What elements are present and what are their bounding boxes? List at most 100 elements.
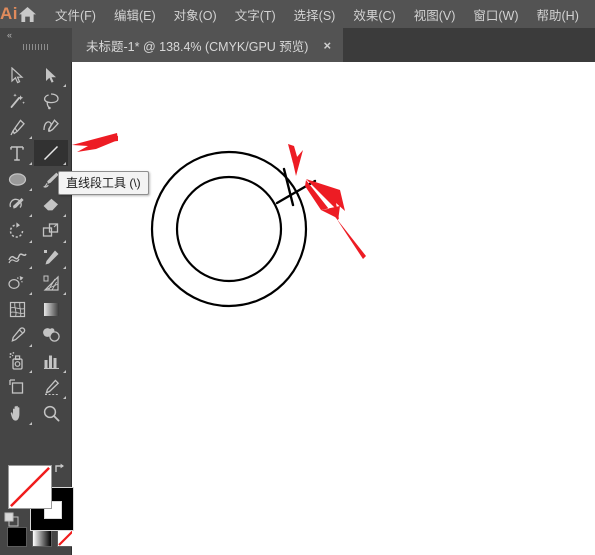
tool-group-indicator-icon	[63, 240, 66, 243]
tool-magic-wand-tool[interactable]	[0, 88, 34, 114]
fill-color-swatch[interactable]	[8, 465, 52, 509]
column-graph-icon	[43, 353, 60, 369]
swap-fill-stroke-icon[interactable]	[54, 462, 67, 477]
line-segment-icon	[42, 144, 60, 162]
ellipse-icon	[8, 172, 27, 187]
tool-line-segment-tool[interactable]	[34, 140, 68, 166]
tool-group-indicator-icon	[29, 162, 32, 165]
line-segment-1	[282, 167, 295, 207]
tool-column-graph-tool[interactable]	[34, 348, 68, 374]
tool-shaper-tool[interactable]	[0, 192, 34, 218]
shape-builder-icon	[8, 275, 26, 292]
tool-scale-tool[interactable]	[34, 218, 68, 244]
menu-help[interactable]: 帮助(H)	[528, 0, 588, 29]
tool-rotate-tool[interactable]	[0, 218, 34, 244]
tool-slice-tool[interactable]	[34, 374, 68, 400]
tools-panel	[0, 62, 77, 555]
tool-group-indicator-icon	[29, 292, 32, 295]
slice-icon	[43, 378, 60, 396]
direct-selection-icon	[43, 67, 60, 84]
outer-circle	[150, 150, 308, 308]
tool-group-indicator-icon	[63, 162, 66, 165]
tool-ellipse-tool[interactable]	[0, 166, 34, 192]
artwork	[150, 150, 317, 308]
symbol-sprayer-icon	[8, 352, 26, 370]
menu-bar: Ai 文件(F) 编辑(E) 对象(O) 文字(T) 选择(S) 效果(C) 视图(V) 窗口…	[0, 0, 595, 28]
rotate-icon	[8, 222, 26, 240]
tool-group-indicator-icon	[29, 136, 32, 139]
menu-items: 文件(F) 编辑(E) 对象(O) 文字(T) 选择(S) 效果(C) 视图(V) 窗口(W)…	[46, 0, 588, 28]
lasso-icon	[42, 92, 60, 110]
tool-tooltip: 直线段工具 (\)	[58, 171, 149, 195]
tool-blend-tool[interactable]	[34, 322, 68, 348]
default-fill-stroke-icon[interactable]	[4, 512, 19, 532]
menu-object[interactable]: 对象(O)	[165, 0, 226, 29]
pen-icon	[9, 118, 26, 136]
gradient-icon	[43, 302, 60, 317]
eyedropper-icon	[9, 326, 26, 344]
document-tab-title: 未标题-1* @ 138.4% (CMYK/GPU 预览)	[86, 39, 309, 54]
tool-group-indicator-icon	[29, 214, 32, 217]
tool-mesh-tool[interactable]	[0, 296, 34, 322]
color-controls	[0, 404, 77, 554]
document-tab[interactable]: 未标题-1* @ 138.4% (CMYK/GPU 预览) ×	[72, 28, 345, 62]
close-icon[interactable]: ×	[323, 39, 331, 52]
tool-selection-tool[interactable]	[0, 62, 34, 88]
blend-icon	[42, 327, 61, 343]
tool-group-indicator-icon	[29, 370, 32, 373]
tool-group-indicator-icon	[63, 396, 66, 399]
tab-bar: « 未标题-1* @ 138.4% (CMYK/GPU 预览) ×	[0, 28, 595, 62]
eraser-icon	[42, 197, 60, 213]
menu-window[interactable]: 窗口(W)	[464, 0, 527, 29]
menu-file[interactable]: 文件(F)	[46, 0, 105, 29]
tool-eraser-tool[interactable]	[34, 192, 68, 218]
shaper-icon	[8, 196, 26, 214]
tool-group-indicator-icon	[29, 240, 32, 243]
tool-group-indicator-icon	[63, 84, 66, 87]
tool-symbol-sprayer-tool[interactable]	[0, 348, 34, 374]
menu-view[interactable]: 视图(V)	[405, 0, 465, 29]
tool-grid	[0, 62, 72, 426]
tool-free-transform-tool[interactable]	[34, 244, 68, 270]
tool-type-tool[interactable]	[0, 140, 34, 166]
tool-group-indicator-icon	[63, 266, 66, 269]
illustrator-window: Ai 文件(F) 编辑(E) 对象(O) 文字(T) 选择(S) 效果(C) 视图(V) 窗口…	[0, 0, 595, 555]
tool-lasso-tool[interactable]	[34, 88, 68, 114]
tool-group-indicator-icon	[29, 266, 32, 269]
artboard-icon	[8, 379, 26, 395]
tool-shape-builder-tool[interactable]	[0, 270, 34, 296]
menu-type[interactable]: 文字(T)	[226, 0, 285, 29]
toolbar-header: «	[0, 28, 72, 62]
menu-select[interactable]: 选择(S)	[285, 0, 345, 29]
ai-logo: Ai	[0, 4, 18, 23]
artboard-canvas[interactable]	[72, 62, 595, 555]
tool-width-tool[interactable]	[0, 244, 34, 270]
tool-direct-selection-tool[interactable]	[34, 62, 68, 88]
toolbar-drag-handle[interactable]	[23, 44, 50, 50]
paintbrush-icon	[42, 171, 60, 188]
curvature-icon	[42, 118, 60, 136]
menu-effect[interactable]: 效果(C)	[344, 0, 404, 29]
home-icon[interactable]	[18, 0, 37, 28]
magic-wand-icon	[8, 92, 26, 110]
tool-group-indicator-icon	[63, 292, 66, 295]
tool-curvature-tool[interactable]	[34, 114, 68, 140]
mesh-icon	[9, 301, 26, 318]
tool-artboard-tool[interactable]	[0, 374, 34, 400]
inner-circle	[175, 175, 283, 283]
tool-perspective-grid-tool[interactable]	[34, 270, 68, 296]
tool-pen-tool[interactable]	[0, 114, 34, 140]
type-icon	[9, 145, 25, 162]
tool-group-indicator-icon	[63, 370, 66, 373]
selection-icon	[9, 66, 26, 84]
width-icon	[7, 249, 27, 266]
tool-group-indicator-icon	[29, 188, 32, 191]
tool-group-indicator-icon	[29, 344, 32, 347]
scale-icon	[42, 222, 60, 240]
tool-gradient-tool[interactable]	[34, 296, 68, 322]
free-transform-icon	[43, 249, 60, 266]
line-segment-2	[275, 179, 317, 205]
collapse-panel-icon[interactable]: «	[7, 31, 12, 40]
tool-eyedropper-tool[interactable]	[0, 322, 34, 348]
menu-edit[interactable]: 编辑(E)	[105, 0, 165, 29]
